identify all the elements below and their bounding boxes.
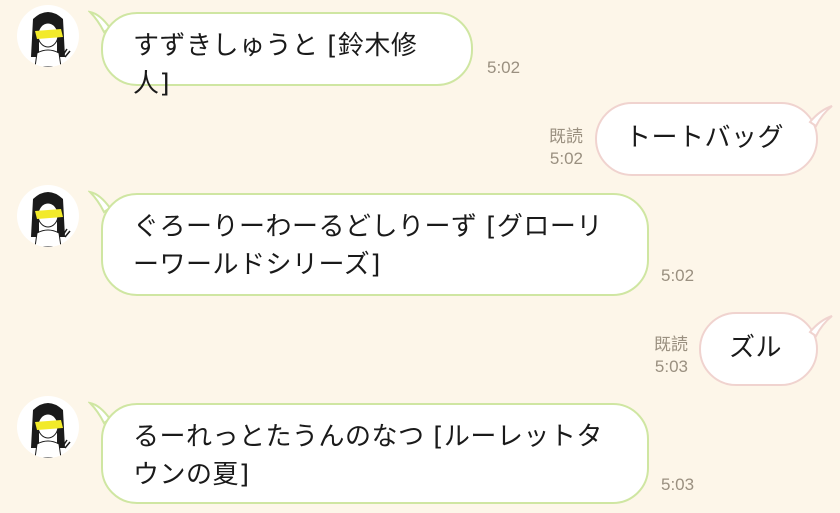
message-bubble-outgoing[interactable]: ズル	[699, 312, 818, 386]
message-bubble-incoming[interactable]: すずきしゅうと [鈴木修人]	[101, 12, 473, 99]
message-time: 5:03	[654, 357, 688, 376]
message-text: ぐろーりーわーるどしりーず [グローリーワールドシリーズ]	[133, 212, 603, 280]
message-bubble-incoming[interactable]: ぐろーりーわーるどしりーず [グローリーワールドシリーズ]	[101, 193, 649, 296]
message-text: ズル	[729, 333, 783, 363]
read-label: 既読	[549, 127, 583, 146]
avatar[interactable]	[17, 185, 79, 247]
message-text: るーれっとたうんのなつ [ルーレットタウンの夏]	[133, 422, 603, 490]
message-text: トートバッグ	[625, 123, 785, 153]
message-bubble-incoming[interactable]: るーれっとたうんのなつ [ルーレットタウンの夏]	[101, 403, 649, 504]
read-label: 既読	[654, 335, 688, 354]
avatar[interactable]	[17, 396, 79, 458]
message-bubble-outgoing[interactable]: トートバッグ	[595, 102, 818, 176]
avatar[interactable]	[17, 5, 79, 67]
bubble-tail	[808, 105, 833, 128]
message-text: すずきしゅうと [鈴木修人]	[133, 31, 418, 99]
message-time: 5:02	[549, 149, 583, 168]
message-time: 5:02	[487, 58, 521, 77]
bubble-tail	[808, 315, 833, 338]
message-time: 5:03	[661, 475, 695, 494]
message-time: 5:02	[661, 266, 695, 285]
read-status: 既読 5:02	[549, 126, 583, 170]
read-status: 既読 5:03	[654, 334, 688, 378]
